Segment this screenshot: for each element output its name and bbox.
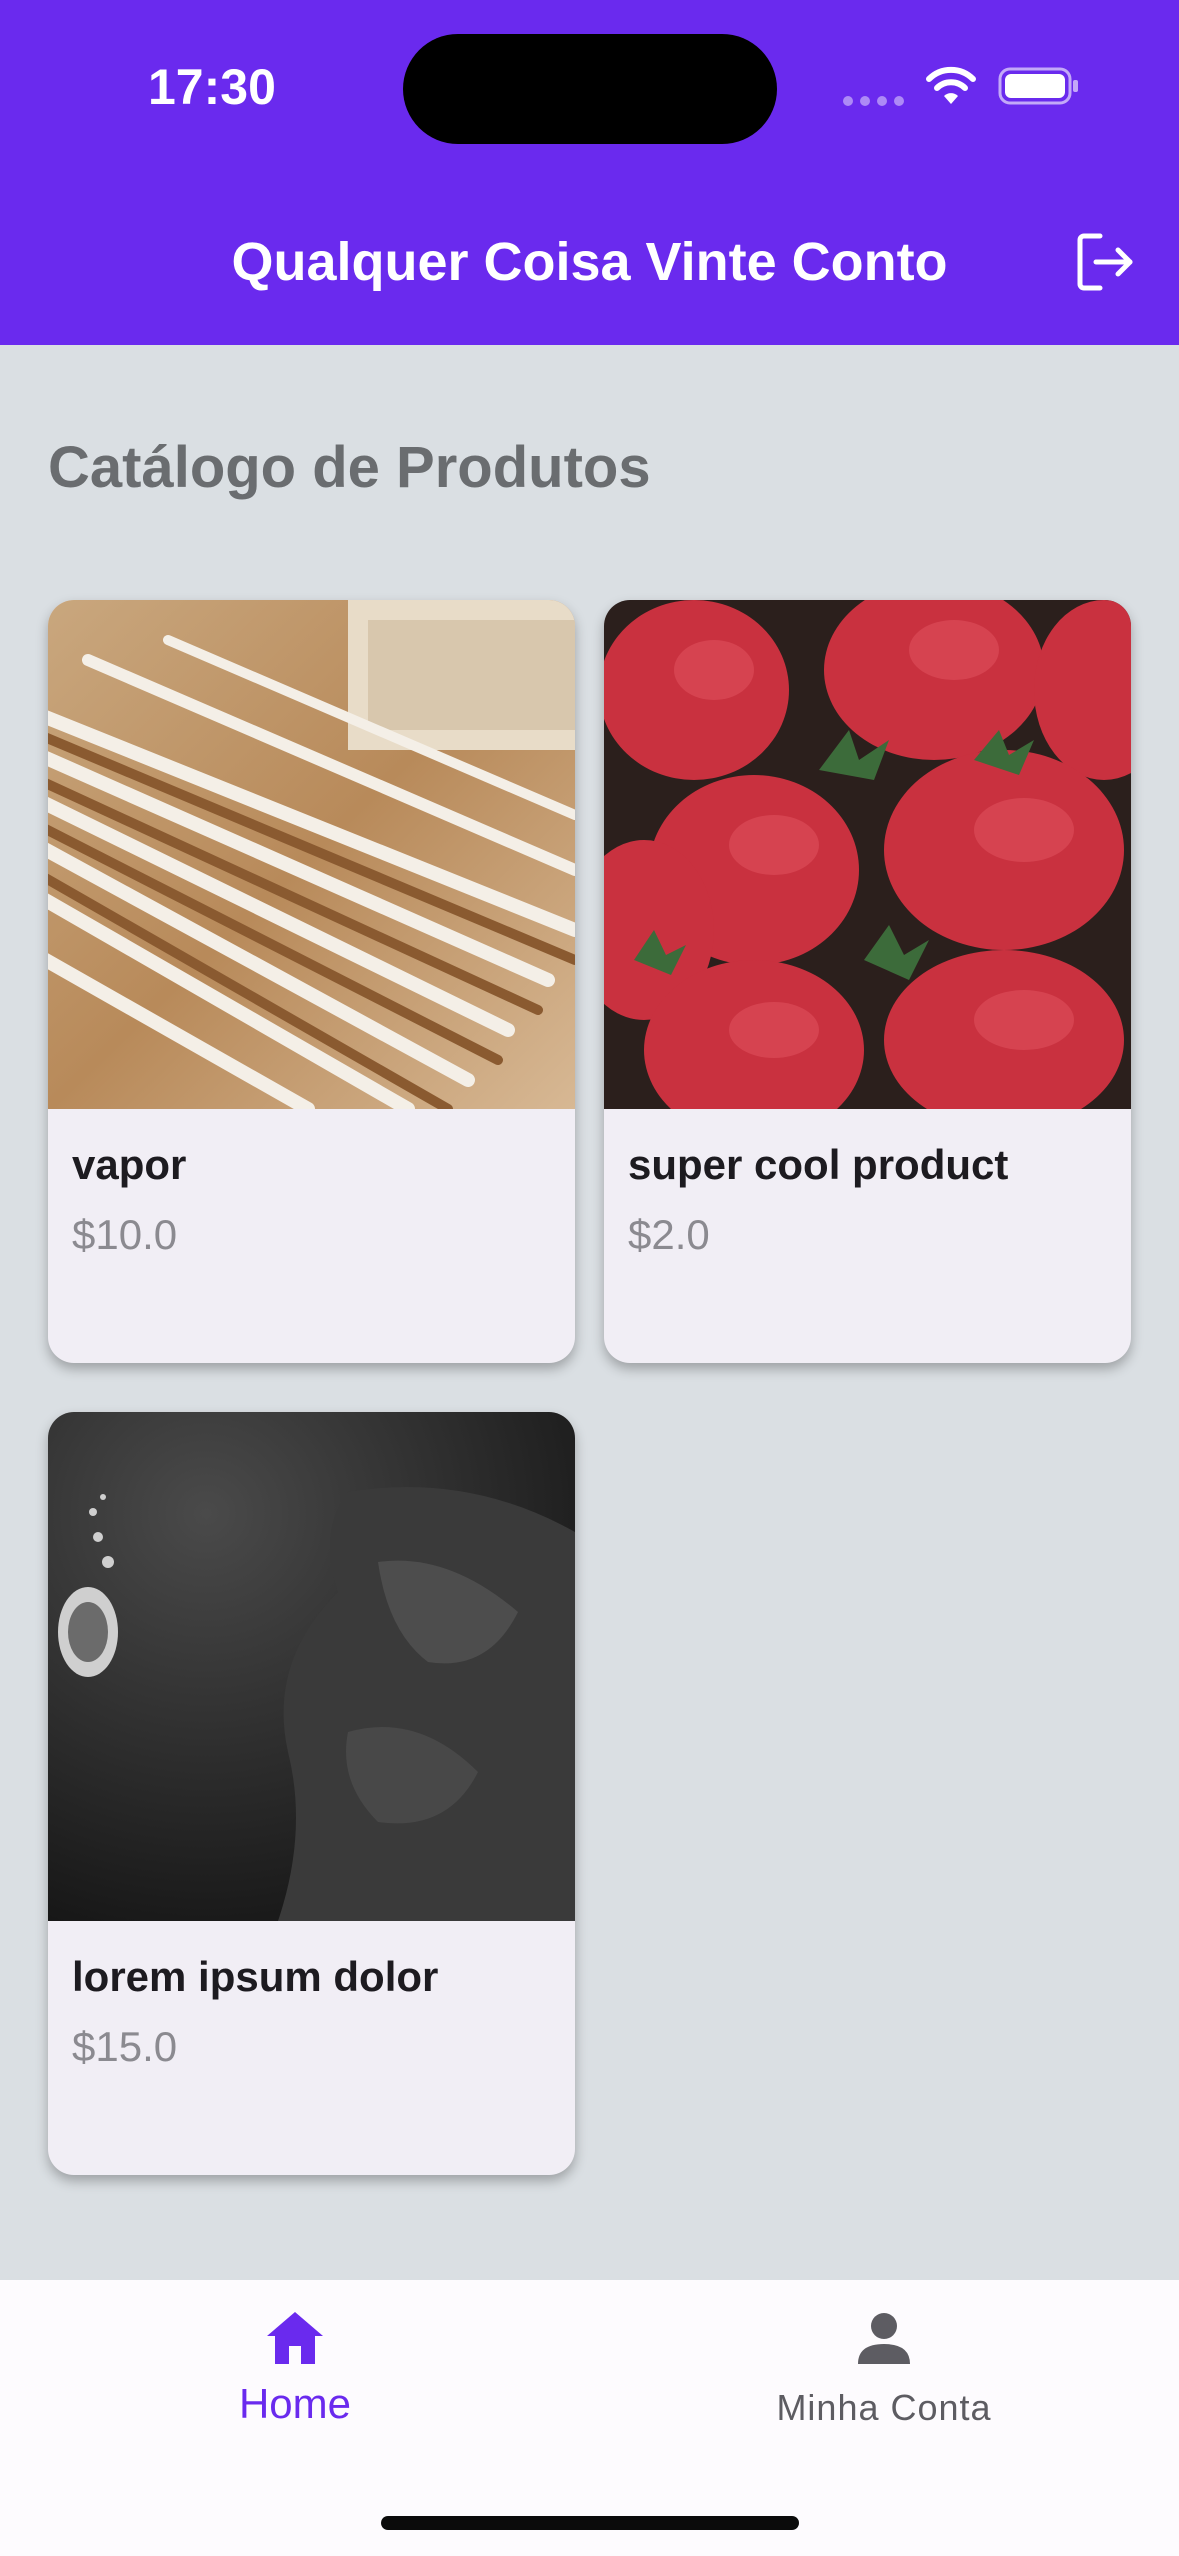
wifi-icon [926, 66, 976, 104]
app-title: Qualquer Coisa Vinte Conto [231, 232, 948, 292]
nav-label-account: Minha Conta [776, 2387, 992, 2428]
dynamic-island [403, 34, 777, 144]
logout-button[interactable] [1070, 226, 1142, 298]
product-card[interactable]: super cool product $2.0 [604, 600, 1131, 1363]
product-name: super cool product [628, 1141, 1009, 1188]
incense-sticks-photo [48, 600, 575, 1109]
product-image [604, 600, 1131, 1109]
person-icon [858, 2313, 910, 2364]
scuba-diver-photo [48, 1412, 575, 1921]
page-title: Catálogo de Produtos [48, 435, 651, 500]
battery-icon [998, 67, 1078, 105]
cellular-signal-icon [843, 96, 904, 106]
product-name: vapor [72, 1141, 187, 1188]
product-price: $2.0 [628, 1211, 710, 1258]
nav-item-account[interactable]: Minha Conta [684, 2306, 1084, 2456]
product-name: lorem ipsum dolor [72, 1953, 439, 2000]
status-icons [843, 60, 1083, 114]
nav-item-home[interactable]: Home [95, 2306, 495, 2456]
product-price: $15.0 [72, 2023, 178, 2070]
product-price: $10.0 [72, 1211, 178, 1258]
product-image [48, 600, 575, 1109]
nav-label-home: Home [238, 2380, 352, 2427]
product-image [48, 1412, 575, 1921]
bottom-navigation: Home Minha Conta [0, 2280, 1179, 2556]
logout-icon [1077, 233, 1133, 291]
status-time: 17:30 [148, 59, 276, 115]
home-indicator [381, 2516, 799, 2530]
home-icon [267, 2312, 323, 2364]
product-card[interactable]: vapor $10.0 [48, 600, 575, 1363]
app-header: 17:30 Qualquer Coisa Vinte Conto [0, 0, 1179, 345]
product-card[interactable]: lorem ipsum dolor $15.0 [48, 1412, 575, 2175]
strawberries-photo [604, 600, 1131, 1109]
